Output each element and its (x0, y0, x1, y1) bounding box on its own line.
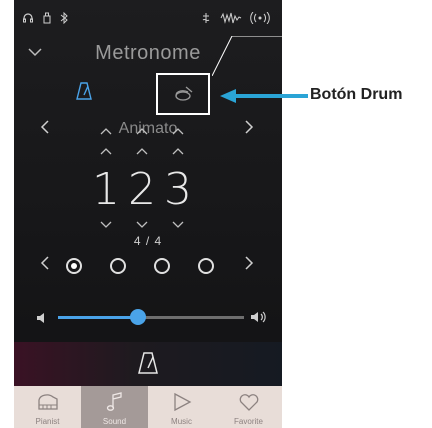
tempo-hundreds-down-button[interactable] (100, 216, 112, 234)
callout-label: Botón Drum (310, 86, 403, 103)
tempo-tens-up-button-2[interactable] (136, 142, 148, 160)
bottom-tab-bar: Pianist Sound Music Favorite (14, 386, 282, 428)
tempo-hundreds-up-button-2[interactable] (100, 142, 112, 160)
tempo-hundreds-up-button[interactable] (100, 122, 112, 140)
tempo-digit-tens: 2 (128, 164, 156, 215)
tab-pianist[interactable]: Pianist (14, 386, 81, 428)
tempo-digit-hundreds: 1 (92, 164, 120, 215)
volume-control (14, 304, 282, 332)
heart-icon (239, 394, 259, 411)
beat-selector (14, 250, 282, 286)
tab-label: Sound (102, 417, 127, 426)
tempo-digit-ones: 3 (164, 164, 192, 215)
volume-low-icon (36, 311, 46, 329)
metronome-icon (138, 352, 158, 374)
note-icon (106, 392, 122, 411)
tab-sound[interactable]: Sound (81, 386, 148, 428)
time-signature[interactable]: 4 / 4 (14, 234, 282, 248)
metronome-start-button[interactable] (14, 342, 282, 386)
bluetooth-icon (60, 11, 68, 27)
tab-favorite[interactable]: Favorite (215, 386, 282, 428)
tab-label: Pianist (35, 417, 60, 426)
headphones-icon (22, 12, 34, 27)
play-icon (174, 392, 192, 412)
tempo-control: 1 2 3 (14, 122, 282, 232)
beat-next-button[interactable] (244, 254, 254, 277)
tempo-tens-down-button[interactable] (136, 216, 148, 234)
tempo-tens-up-button[interactable] (136, 122, 148, 140)
metronome-icon[interactable] (76, 82, 96, 104)
tab-music[interactable]: Music (148, 386, 215, 428)
header: Metronome (14, 36, 282, 76)
sound-wave-icon (220, 12, 242, 27)
drum-button[interactable] (156, 73, 210, 115)
tab-label: Music (171, 417, 192, 426)
volume-fill (58, 316, 136, 319)
beat-option-4[interactable] (198, 258, 214, 274)
usb-icon (42, 12, 52, 27)
volume-high-icon (250, 310, 268, 329)
tempo-ones-up-button[interactable] (172, 122, 184, 140)
tab-label: Favorite (234, 417, 263, 426)
callout-arrow-icon (220, 89, 308, 103)
drum-icon (175, 86, 193, 101)
volume-slider-thumb[interactable] (130, 309, 146, 325)
beat-option-2[interactable] (110, 258, 126, 274)
drum-button-callout: Botón Drum (218, 86, 432, 104)
app-screen: Metronome Animato 1 2 3 4 / 4 Pianist So… (14, 0, 282, 428)
piano-icon (38, 394, 58, 410)
beat-option-3[interactable] (154, 258, 170, 274)
beat-option-1[interactable] (66, 258, 82, 274)
tempo-ones-down-button[interactable] (172, 216, 184, 234)
status-bar (14, 0, 282, 36)
wireless-icon (250, 11, 270, 27)
music-settings-icon (202, 12, 210, 27)
tempo-ones-up-button-2[interactable] (172, 142, 184, 160)
beat-prev-button[interactable] (40, 254, 50, 277)
